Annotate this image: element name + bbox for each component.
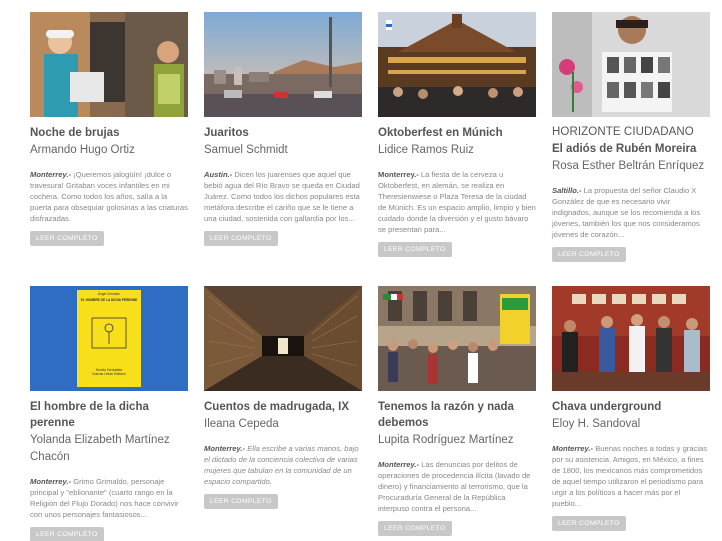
article-card-noche-de-brujas: Noche de brujas Armando Hugo Ortiz Monte… (30, 12, 188, 246)
article-image-noche-de-brujas[interactable] (30, 12, 188, 117)
article-section-kicker[interactable]: HORIZONTE CIUDADANO (552, 125, 710, 140)
article-excerpt-text: Buenas noches a todas y gracias por su a… (552, 444, 708, 508)
article-card-tenemos-razon: Tenemos la razón y nada debemos Lupita R… (378, 286, 536, 536)
article-title[interactable]: Juaritos (204, 125, 362, 141)
article-excerpt: Saltillo.- La propuesta del señor Claudi… (552, 185, 710, 240)
article-author: Armando Hugo Ortiz (30, 144, 135, 156)
article-card-juaritos: Juaritos Samuel Schmidt Austin.- Dicen l… (204, 12, 362, 246)
article-image-hombre-dicha[interactable]: Ángel Grimaldo EL HOMBRE DE LA DICHA PER… (30, 286, 188, 391)
article-excerpt: Monterrey.- La fiesta de la cerveza u Ok… (378, 169, 536, 235)
article-card-hombre-dicha: Ángel Grimaldo EL HOMBRE DE LA DICHA PER… (30, 286, 188, 541)
article-author: Yolanda Elizabeth Martínez Chacón (30, 434, 170, 463)
article-excerpt: Monterrey.- Las denuncias por delitos de… (378, 459, 536, 514)
article-location: Monterrey.- (30, 477, 72, 486)
article-author: Samuel Schmidt (204, 144, 288, 156)
read-more-button[interactable]: LEER COMPLETO (30, 231, 104, 246)
read-more-button[interactable]: LEER COMPLETO (204, 494, 278, 509)
article-image-chava-underground[interactable] (552, 286, 710, 391)
article-title[interactable]: Chava underground (552, 399, 710, 415)
article-title[interactable]: Noche de brujas (30, 125, 188, 141)
read-more-button[interactable]: LEER COMPLETO (378, 521, 452, 536)
article-image-juaritos[interactable] (204, 12, 362, 117)
article-author: Lidice Ramos Ruiz (378, 144, 474, 156)
article-excerpt: Austin.- Dicen los juarenses que aquel q… (204, 169, 362, 224)
article-location: Monterrey.- (552, 444, 594, 453)
article-image-tenemos-razon[interactable] (378, 286, 536, 391)
article-excerpt: Monterrey.- ¡Queremos jalogüín! ¡dulce o… (30, 169, 188, 224)
article-card-oktoberfest: Oktoberfest en Múnich Lidice Ramos Ruiz … (378, 12, 536, 257)
article-image-ruben-moreira[interactable] (552, 12, 710, 117)
article-location: Monterrey.- (30, 170, 72, 179)
article-author: Ileana Cepeda (204, 418, 279, 430)
article-card-cuentos-madrugada: Cuentos de madrugada, IX Ileana Cepeda M… (204, 286, 362, 509)
article-author: Lupita Rodríguez Martínez (378, 434, 514, 446)
read-more-button[interactable]: LEER COMPLETO (552, 247, 626, 262)
book-cover-title: EL HOMBRE DE LA DICHA PERENNE (80, 298, 138, 302)
article-title[interactable]: El adiós de Rubén Moreira (552, 141, 710, 157)
article-author: Rosa Esther Beltrán Enríquez (552, 160, 705, 172)
article-excerpt-text: La fiesta de la cerveza u Oktoberfest, e… (378, 170, 536, 234)
article-excerpt: Monterrey.- Grimo Grimaldo, personaje pr… (30, 476, 188, 520)
book-cover-author: Ángel Grimaldo (98, 292, 120, 296)
article-location: Austin.- (204, 170, 233, 179)
article-card-rubén-moreira: HORIZONTE CIUDADANO El adiós de Rubén Mo… (552, 12, 710, 262)
article-image-cuentos-madrugada[interactable] (204, 286, 362, 391)
article-title[interactable]: Oktoberfest en Múnich (378, 125, 536, 141)
article-image-oktoberfest[interactable] (378, 12, 536, 117)
article-excerpt: Monterrey.- Ella escribe a varias manos,… (204, 443, 362, 487)
read-more-button[interactable]: LEER COMPLETO (378, 242, 452, 257)
article-card-chava-underground: Chava underground Eloy H. Sandoval Monte… (552, 286, 710, 531)
article-location: Monterrey.- (204, 444, 246, 453)
article-excerpt: Monterrey.- Buenas noches a todas y grac… (552, 443, 710, 509)
book-cover-publisher: Nuevas Letras Editores (92, 372, 126, 376)
article-author: Eloy H. Sandoval (552, 418, 641, 430)
read-more-button[interactable]: LEER COMPLETO (204, 231, 278, 246)
article-title[interactable]: Tenemos la razón y nada debemos (378, 399, 536, 431)
articles-grid: Noche de brujas Armando Hugo Ortiz Monte… (0, 0, 722, 541)
article-location: Saltillo.- (552, 186, 582, 195)
article-location: Monterrey.- (378, 170, 419, 179)
article-title[interactable]: El hombre de la dicha perenne (30, 399, 188, 431)
read-more-button[interactable]: LEER COMPLETO (30, 527, 104, 541)
read-more-button[interactable]: LEER COMPLETO (552, 516, 626, 531)
article-location: Monterrey.- (378, 460, 420, 469)
article-title[interactable]: Cuentos de madrugada, IX (204, 399, 362, 415)
